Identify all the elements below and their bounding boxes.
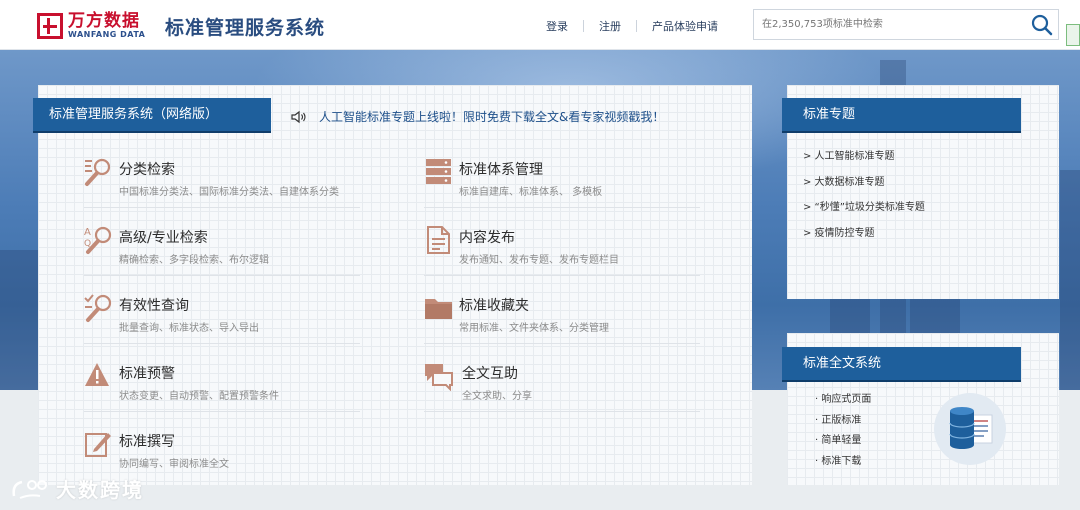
row-divider — [84, 275, 360, 276]
login-link[interactable]: 登录 — [546, 18, 568, 34]
skyline-building — [1060, 170, 1080, 390]
feature-desc: 协同编写、审阅标准全文 — [119, 459, 229, 470]
database-icon — [949, 407, 993, 449]
feature-title: 标准预警 — [119, 366, 175, 382]
feature-title: 内容发布 — [459, 230, 515, 246]
search-icon[interactable] — [1031, 14, 1053, 36]
advanced-search-icon: A Q — [84, 226, 112, 254]
standard-system-icon — [426, 159, 451, 184]
topic-link[interactable]: > 大数据标准专题 — [803, 175, 925, 201]
feature-warning[interactable]: 标准预警 状态变更、自动预警、配置预警条件 — [84, 361, 364, 421]
folder-icon — [425, 299, 452, 319]
watermark-logo-icon — [12, 479, 47, 499]
feature-title: 有效性查询 — [119, 298, 189, 314]
announcement[interactable]: 人工智能标准专题上线啦！限时免费下载全文&看专家视频戳我！ — [291, 108, 664, 125]
feature-advanced-search[interactable]: A Q 高级/专业检索 精确检索、多字段检索、布尔逻辑 — [84, 225, 364, 285]
header: 万方数据 WANFANG DATA 标准管理服务系统 登录 注册 产品体验申请 — [0, 0, 1080, 50]
row-divider — [424, 275, 700, 276]
fulltext-feature-item: · 响应式页面 — [815, 394, 872, 405]
topics-list: > 人工智能标准专题 > 大数据标准专题 > “秒懂”垃圾分类标准专题 > 疫情… — [803, 149, 925, 251]
topics-panel-title: 标准专题 — [782, 98, 1021, 131]
feature-title: 分类检索 — [119, 162, 175, 178]
fulltext-features: · 响应式页面 · 正版标准 · 简单轻量 · 标准下载 — [815, 393, 871, 475]
edit-icon — [85, 433, 111, 457]
top-nav: 登录 注册 产品体验申请 — [546, 18, 718, 34]
logo-mark-icon — [37, 12, 63, 39]
feature-title: 全文互助 — [462, 366, 518, 382]
watermark: 大数跨境 — [10, 474, 144, 503]
database-illustration — [934, 393, 1006, 465]
feature-standard-system[interactable]: 标准体系管理 标准自建库、标准体系、 多模板 — [424, 157, 704, 217]
chat-icon — [425, 364, 453, 391]
svg-text:A: A — [84, 227, 91, 238]
feature-desc: 精确检索、多字段检索、布尔逻辑 — [119, 255, 269, 266]
row-divider — [84, 207, 360, 208]
watermark-text: 大数跨境 — [56, 478, 144, 502]
site-title: 标准管理服务系统 — [165, 17, 326, 39]
main-panel: 标准管理服务系统（网络版） 人工智能标准专题上线啦！限时免费下载全文&看专家视频… — [33, 85, 752, 485]
search-input[interactable] — [754, 10, 1024, 39]
feature-title: 高级/专业检索 — [119, 230, 208, 246]
content-publish-icon — [427, 226, 450, 254]
row-divider — [84, 343, 360, 344]
feature-desc: 状态变更、自动预警、配置预警条件 — [119, 391, 279, 402]
fulltext-feature-item: · 正版标准 — [815, 414, 862, 426]
topic-link[interactable]: > “秒懂”垃圾分类标准专题 — [803, 200, 925, 226]
logo-cn-text: 万方数据 — [68, 11, 140, 31]
fulltext-feature-item: · 简单轻量 — [815, 435, 862, 446]
validity-query-icon — [84, 294, 112, 322]
fulltext-panel-title: 标准全文系统 — [782, 347, 1021, 380]
main-panel-title: 标准管理服务系统（网络版） — [33, 98, 271, 131]
feature-title: 标准撰写 — [119, 434, 175, 450]
skyline-building — [0, 250, 40, 390]
fulltext-feature-item: · 标准下载 — [815, 455, 862, 467]
feature-desc: 发布通知、发布专题、发布专题栏目 — [459, 255, 619, 266]
feature-desc: 批量查询、标准状态、导入导出 — [119, 323, 259, 334]
logo-en-text: WANFANG DATA — [68, 30, 146, 39]
feature-favorites[interactable]: 标准收藏夹 常用标准、文件夹体系、分类管理 — [424, 293, 704, 353]
feature-content-publish[interactable]: 内容发布 发布通知、发布专题、发布专题栏目 — [424, 225, 704, 285]
feature-validity-query[interactable]: 有效性查询 批量查询、标准状态、导入导出 — [84, 293, 364, 353]
fulltext-panel: 标准全文系统 · 响应式页面 · 正版标准 · 简单轻量 · 标准下载 — [782, 333, 1059, 485]
row-divider — [424, 343, 700, 344]
warning-icon — [85, 363, 109, 386]
row-divider — [424, 411, 700, 412]
classify-search-icon — [85, 158, 111, 186]
feature-fulltext-help[interactable]: 全文互助 全文求助、分享 — [424, 361, 704, 421]
side-float-tab[interactable] — [1066, 24, 1080, 46]
wanfang-logo[interactable]: 万方数据 WANFANG DATA — [37, 12, 145, 39]
feature-title: 标准收藏夹 — [459, 298, 529, 314]
feature-desc: 中国标准分类法、国际标准分类法、自建体系分类 — [119, 187, 339, 198]
trial-apply-link[interactable]: 产品体验申请 — [652, 18, 718, 34]
search-box — [753, 9, 1059, 40]
feature-desc: 标准自建库、标准体系、 多模板 — [459, 187, 603, 198]
feature-desc: 全文求助、分享 — [462, 391, 532, 402]
feature-classify-search[interactable]: 分类检索 中国标准分类法、国际标准分类法、自建体系分类 — [84, 157, 364, 217]
speaker-icon — [291, 110, 306, 123]
feature-desc: 常用标准、文件夹体系、分类管理 — [459, 323, 609, 334]
row-divider — [424, 207, 700, 208]
topic-link[interactable]: > 疫情防控专题 — [803, 226, 925, 252]
topics-panel: 标准专题 > 人工智能标准专题 > 大数据标准专题 > “秒懂”垃圾分类标准专题… — [782, 85, 1059, 299]
feature-title: 标准体系管理 — [459, 162, 543, 178]
topic-link[interactable]: > 人工智能标准专题 — [803, 149, 925, 175]
row-divider — [84, 411, 360, 412]
register-link[interactable]: 注册 — [599, 18, 621, 34]
nav-divider — [636, 20, 637, 32]
nav-divider — [583, 20, 584, 32]
announcement-text: 人工智能标准专题上线啦！限时免费下载全文&看专家视频戳我！ — [319, 110, 665, 124]
